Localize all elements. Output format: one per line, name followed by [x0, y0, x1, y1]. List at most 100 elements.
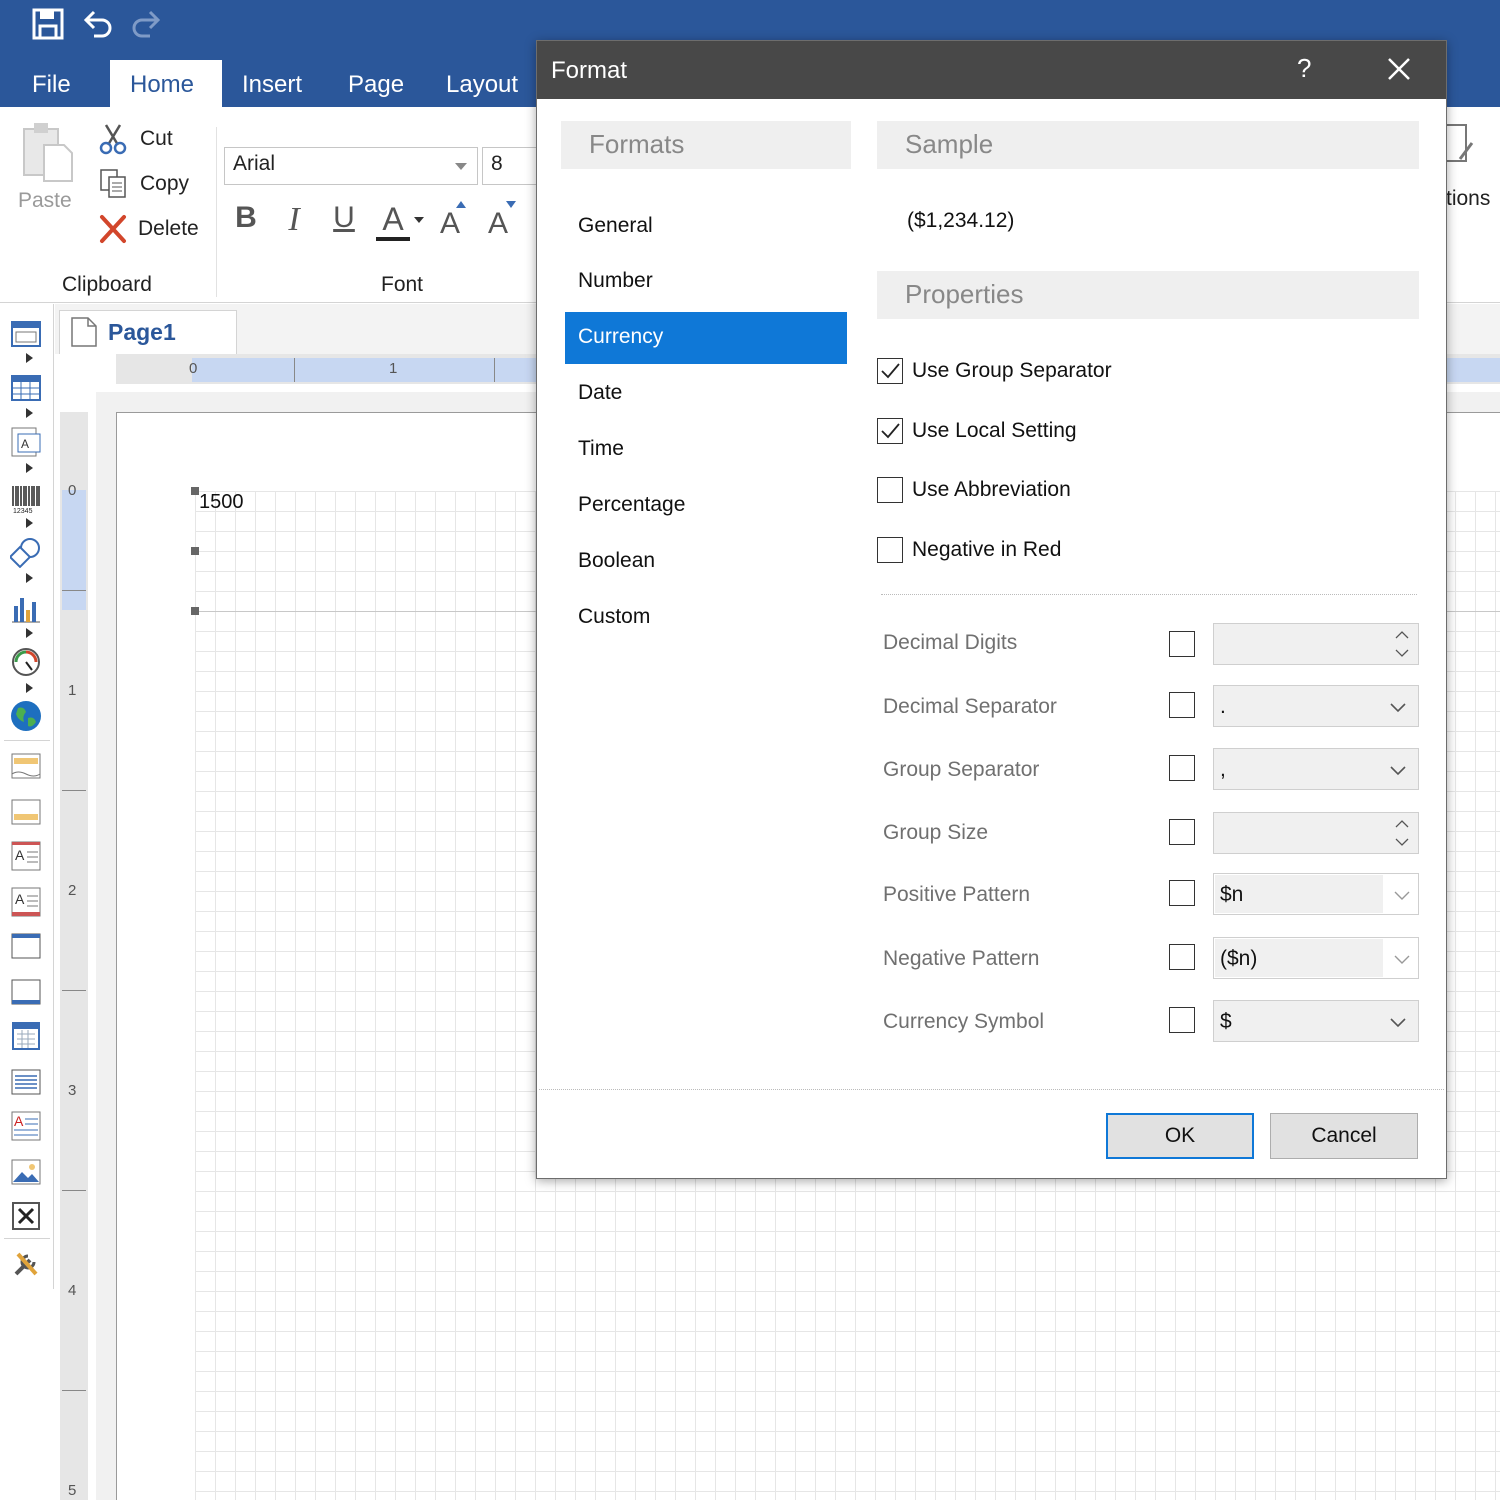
tab-home[interactable]: Home	[110, 60, 222, 108]
group-size-checkbox[interactable]	[1169, 819, 1195, 845]
format-item-boolean[interactable]: Boolean	[565, 536, 847, 588]
options-label[interactable]: tions	[1446, 187, 1490, 211]
map-globe-icon[interactable]	[10, 700, 42, 732]
paste-button[interactable]: Paste	[10, 119, 82, 219]
decimal-separator-checkbox[interactable]	[1169, 692, 1195, 718]
copy-label: Copy	[140, 172, 190, 195]
save-icon[interactable]	[30, 6, 66, 42]
group-separator-dropdown[interactable]: ,	[1213, 748, 1419, 790]
label-icon[interactable]: A	[10, 886, 42, 918]
expand-arrow-icon[interactable]	[26, 573, 33, 583]
textbox-icon[interactable]: A	[10, 840, 42, 872]
resize-handle[interactable]	[191, 607, 199, 615]
spinner-arrows-icon[interactable]	[1392, 815, 1412, 851]
resize-handle[interactable]	[191, 487, 199, 495]
checkmark-icon	[881, 363, 900, 379]
italic-button[interactable]: I	[274, 201, 314, 245]
tools-icon[interactable]	[10, 1248, 42, 1280]
group-separator-checkbox[interactable]	[1169, 755, 1195, 781]
container-icon[interactable]	[10, 318, 42, 350]
table-of-contents-icon[interactable]: A	[10, 1110, 42, 1142]
chart-icon[interactable]	[10, 592, 42, 624]
svg-text:A: A	[15, 891, 25, 907]
shrink-font-button[interactable]: A	[482, 201, 522, 245]
calendar-icon[interactable]	[10, 1020, 42, 1052]
redo-icon[interactable]	[128, 6, 164, 42]
expand-arrow-icon[interactable]	[26, 353, 33, 363]
positive-pattern-checkbox[interactable]	[1169, 880, 1195, 906]
tab-file[interactable]: File	[16, 60, 87, 108]
section-header-icon[interactable]	[10, 930, 42, 962]
use-abbreviation-label: Use Abbreviation	[912, 478, 1071, 501]
font-size-combo[interactable]: 8	[482, 147, 542, 185]
delete-button[interactable]: Delete	[96, 211, 206, 247]
image-icon[interactable]	[10, 1156, 42, 1188]
tab-insert[interactable]: Insert	[226, 60, 318, 108]
format-item-custom[interactable]: Custom	[565, 592, 847, 644]
tab-page[interactable]: Page	[332, 60, 420, 108]
use-abbreviation-checkbox[interactable]	[877, 477, 903, 503]
underline-button[interactable]: U	[324, 201, 364, 245]
format-item-general[interactable]: General	[565, 201, 847, 253]
resize-handle[interactable]	[191, 547, 199, 555]
expand-arrow-icon[interactable]	[26, 518, 33, 528]
group-size-label: Group Size	[883, 821, 989, 844]
gauge-icon[interactable]	[10, 646, 42, 678]
ok-button[interactable]: OK	[1106, 1113, 1254, 1159]
cut-button[interactable]: Cut	[96, 123, 206, 157]
use-group-separator-checkbox[interactable]	[877, 358, 903, 384]
bold-button[interactable]: B	[226, 201, 266, 245]
positive-pattern-combo[interactable]: $n	[1213, 873, 1419, 915]
copy-button[interactable]: Copy	[96, 167, 206, 201]
tab-layout[interactable]: Layout	[430, 60, 534, 108]
chevron-down-icon[interactable]	[1392, 949, 1412, 969]
positive-pattern-value: $n	[1220, 883, 1244, 906]
currency-symbol-dropdown[interactable]: $	[1213, 1000, 1419, 1042]
ruler-number: 4	[68, 1282, 77, 1299]
grow-font-button[interactable]: A	[434, 201, 474, 245]
subreport-icon[interactable]	[10, 1200, 42, 1232]
barcode-icon[interactable]: 12345	[10, 482, 42, 515]
group-size-spinner[interactable]	[1213, 812, 1419, 854]
ruler-number: 2	[68, 882, 77, 899]
font-family-combo[interactable]: Arial	[224, 147, 478, 185]
use-local-setting-checkbox[interactable]	[877, 418, 903, 444]
font-color-button[interactable]: A	[376, 201, 426, 245]
format-item-date[interactable]: Date	[565, 368, 847, 420]
negative-pattern-combo[interactable]: ($n)	[1213, 937, 1419, 979]
format-item-currency[interactable]: Currency	[565, 312, 847, 364]
expand-arrow-icon[interactable]	[26, 628, 33, 638]
section-footer-icon[interactable]	[10, 976, 42, 1008]
currency-symbol-checkbox[interactable]	[1169, 1007, 1195, 1033]
expand-arrow-icon[interactable]	[26, 408, 33, 418]
decimal-digits-checkbox[interactable]	[1169, 631, 1195, 657]
page-footer-icon[interactable]	[10, 796, 42, 828]
table-icon[interactable]	[10, 372, 42, 404]
expand-arrow-icon[interactable]	[26, 463, 33, 473]
decimal-digits-spinner[interactable]	[1213, 623, 1419, 665]
ruler-tick	[494, 358, 495, 382]
shapes-icon[interactable]	[8, 536, 42, 569]
format-dialog: Format ? Formats General Number Currency…	[536, 40, 1447, 1179]
negative-pattern-checkbox[interactable]	[1169, 944, 1195, 970]
format-item-number[interactable]: Number	[565, 256, 847, 308]
format-item-time[interactable]: Time	[565, 424, 847, 476]
cancel-button[interactable]: Cancel	[1270, 1113, 1418, 1159]
close-button[interactable]	[1383, 53, 1415, 85]
spinner-arrows-icon[interactable]	[1392, 626, 1412, 662]
cut-label: Cut	[140, 127, 173, 150]
list-icon[interactable]	[10, 1066, 42, 1098]
undo-icon[interactable]	[80, 6, 116, 42]
negative-in-red-checkbox[interactable]	[877, 537, 903, 563]
decimal-separator-dropdown[interactable]: .	[1213, 685, 1419, 727]
toolbox-divider	[4, 740, 50, 741]
help-button[interactable]: ?	[1297, 53, 1311, 84]
expand-arrow-icon[interactable]	[26, 683, 33, 693]
negative-in-red-label: Negative in Red	[912, 538, 1062, 561]
chevron-down-icon[interactable]	[1392, 885, 1412, 905]
tab-page1[interactable]: Page1	[59, 310, 237, 354]
format-item-percentage[interactable]: Percentage	[565, 480, 847, 532]
textbox-value[interactable]: 1500	[199, 491, 244, 514]
rich-text-icon[interactable]: A	[10, 426, 42, 458]
page-header-icon[interactable]	[10, 750, 42, 782]
